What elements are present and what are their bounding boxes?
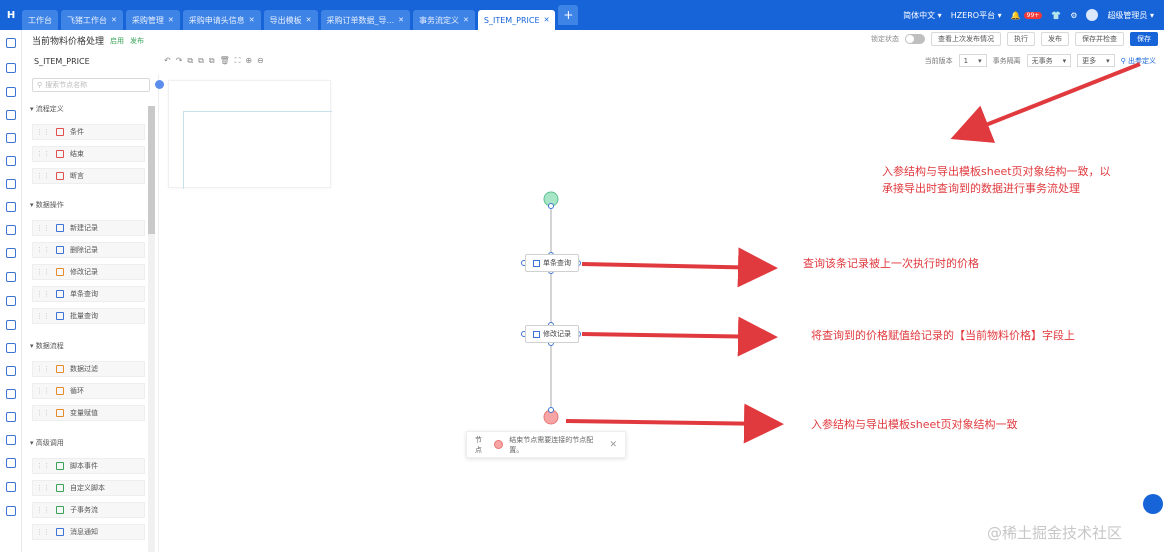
query-icon: [533, 259, 540, 267]
tooltip-text: 结束节点需要连接的节点配置。: [509, 435, 594, 454]
watermark: @稀土掘金技术社区: [987, 524, 1123, 542]
node-single-query[interactable]: 单条查询: [525, 254, 579, 272]
end-node-icon: [494, 440, 504, 449]
annotation-update: 将查询到的价格赋值给记录的【当前物料价格】字段上: [811, 329, 1075, 342]
chat-icon[interactable]: [1143, 494, 1163, 514]
annotation-query: 查询该条记录被上一次执行时的价格: [803, 257, 979, 270]
start-port: [548, 203, 554, 209]
annotation-input-structure: 入参结构与导出模板sheet页对象结构一致，以 承接导出时查询到的数据进行事务流…: [882, 165, 1111, 195]
node-update-record[interactable]: 修改记录: [525, 325, 579, 343]
end-node-tooltip: 节点 结束节点需要连接的节点配置。 ✕: [466, 431, 626, 458]
annotation-arrow-update: [581, 316, 778, 357]
annotation-arrow-input: [950, 62, 1141, 143]
tooltip-label: 节点: [475, 435, 482, 454]
annotation-arrow-end: [565, 403, 784, 444]
annotation-end: 入参结构与导出模板sheet页对象结构一致: [811, 418, 1018, 431]
annotation-arrow-query: [581, 247, 778, 288]
end-port: [548, 407, 554, 413]
close-icon[interactable]: ✕: [609, 440, 617, 450]
edit-icon: [533, 330, 540, 338]
flow-canvas: [521, 62, 1141, 444]
